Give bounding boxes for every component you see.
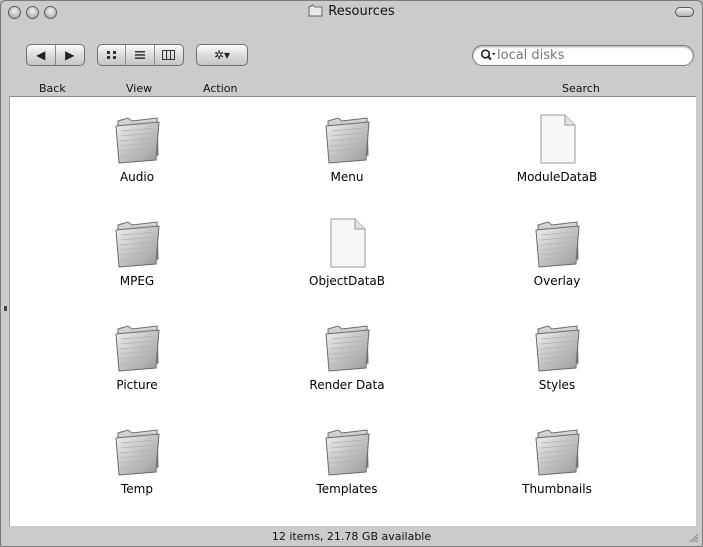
status-bar: 12 items, 21.78 GB available <box>271 530 432 543</box>
file-item[interactable]: MPEG <box>57 215 217 293</box>
document-icon <box>529 111 585 167</box>
folder-icon <box>529 423 585 479</box>
icon-view-button[interactable] <box>98 45 127 65</box>
back-button[interactable]: ◀ <box>27 45 56 65</box>
file-browser-area[interactable]: Audio Menu ModuleDataB MPEG ObjectDataB … <box>9 96 696 526</box>
folder-icon <box>109 319 165 375</box>
back-label: Back <box>39 82 66 95</box>
folder-icon <box>319 319 375 375</box>
folder-icon <box>109 111 165 167</box>
back-arrow-icon: ◀ <box>36 48 46 62</box>
file-item-label: Temp <box>121 482 153 496</box>
toolbar-toggle-button[interactable] <box>675 7 694 17</box>
file-item-label: Menu <box>330 170 364 184</box>
document-icon <box>319 215 375 271</box>
column-view-icon <box>162 50 176 60</box>
file-item[interactable]: Temp <box>57 423 217 501</box>
list-view-icon <box>135 51 146 59</box>
sidebar-resize-handle[interactable] <box>4 306 7 311</box>
file-item[interactable]: Render Data <box>267 319 427 397</box>
file-item-label: Render Data <box>309 378 385 392</box>
forward-arrow-icon: ▶ <box>65 48 75 62</box>
file-item-label: Overlay <box>533 274 581 288</box>
file-item[interactable]: Templates <box>267 423 427 501</box>
file-item-label: Templates <box>316 482 378 496</box>
file-item-label: Styles <box>538 378 576 392</box>
resize-grip-icon[interactable] <box>687 531 699 543</box>
finder-window: Resources ◀ ▶ Back View ✲▾ Action local … <box>0 0 703 547</box>
window-title: Resources <box>1 4 702 19</box>
file-item[interactable]: Menu <box>267 111 427 189</box>
file-item-label: MPEG <box>119 274 155 288</box>
column-view-button[interactable] <box>155 45 183 65</box>
folder-icon <box>109 423 165 479</box>
folder-icon <box>529 215 585 271</box>
file-item[interactable]: Overlay <box>477 215 637 293</box>
file-item-label: ObjectDataB <box>309 274 385 288</box>
file-item-label: ModuleDataB <box>516 170 598 184</box>
toolbar: ◀ ▶ Back View ✲▾ Action local disks Sear… <box>1 25 702 95</box>
action-label: Action <box>203 82 238 95</box>
gear-icon: ✲▾ <box>213 48 231 62</box>
folder-icon <box>529 319 585 375</box>
file-item-label: Picture <box>116 378 158 392</box>
file-item[interactable]: Thumbnails <box>477 423 637 501</box>
window-title-text: Resources <box>328 4 395 19</box>
back-forward-control: ◀ ▶ <box>26 44 85 66</box>
file-item-label: Thumbnails <box>522 482 592 496</box>
search-icon <box>480 48 496 65</box>
search-label: Search <box>562 82 600 95</box>
search-field[interactable] <box>472 45 694 66</box>
folder-icon <box>308 4 323 17</box>
folder-icon <box>319 423 375 479</box>
action-menu-button[interactable]: ✲▾ <box>196 44 248 66</box>
file-item[interactable]: Picture <box>57 319 217 397</box>
folder-icon <box>109 215 165 271</box>
file-item[interactable]: ObjectDataB <box>267 215 427 293</box>
search-input[interactable] <box>497 47 682 64</box>
file-item-label: Audio <box>119 170 155 184</box>
view-control <box>97 44 184 66</box>
file-item[interactable]: Styles <box>477 319 637 397</box>
title-bar[interactable]: Resources <box>1 1 702 23</box>
file-item[interactable]: ModuleDataB <box>477 111 637 189</box>
icon-view-icon <box>106 51 116 59</box>
view-label: View <box>126 82 153 95</box>
list-view-button[interactable] <box>126 45 155 65</box>
file-item[interactable]: Audio <box>57 111 217 189</box>
folder-icon <box>319 111 375 167</box>
forward-button[interactable]: ▶ <box>56 45 84 65</box>
